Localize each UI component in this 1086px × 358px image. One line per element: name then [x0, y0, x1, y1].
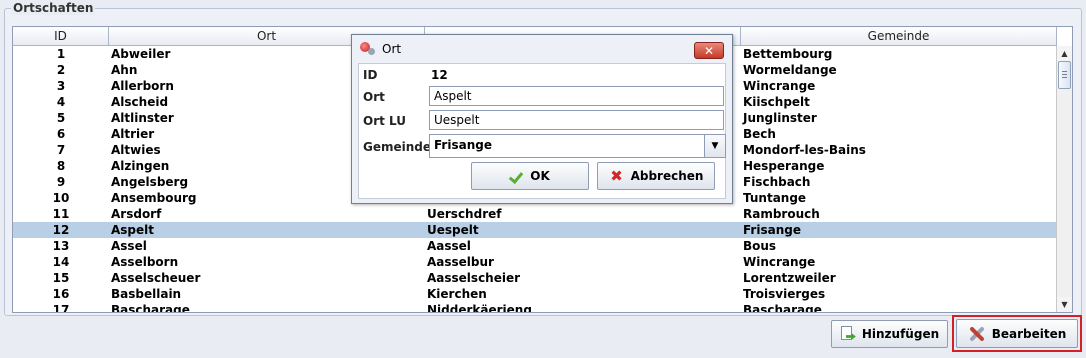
cell-gemeinde: Wincrange [743, 79, 816, 93]
cell-id: 5 [56, 111, 66, 125]
place-icon [360, 42, 376, 56]
cell-ort-lu: Uespelt [427, 223, 479, 237]
table-row[interactable]: 14 Asselborn Aasselbur Wincrange [13, 254, 1057, 270]
cell-id: 12 [52, 223, 70, 237]
column-header-gemeinde[interactable]: Gemeinde [741, 27, 1057, 46]
add-label: Hinzufügen [861, 327, 940, 341]
cell-ort-lu: Aasselscheier [427, 271, 521, 285]
cell-id: 2 [56, 63, 66, 77]
cell-ort: Asselborn [111, 255, 179, 269]
cell-gemeinde: Rambrouch [743, 207, 820, 221]
dialog-title: Ort [382, 42, 402, 56]
cell-gemeinde: Kiischpelt [743, 95, 810, 109]
cell-id: 15 [52, 271, 70, 285]
cell-gemeinde: Bous [743, 239, 777, 253]
cell-id: 4 [56, 95, 66, 109]
cell-gemeinde: Hesperange [743, 159, 825, 173]
cell-ort: Arsdorf [111, 207, 162, 221]
chevron-down-icon[interactable]: ▼ [704, 135, 725, 157]
cell-gemeinde: Lorentzweiler [743, 271, 836, 285]
cell-id: 9 [56, 175, 66, 189]
table-row[interactable]: 11 Arsdorf Uerschdref Rambrouch [13, 206, 1057, 222]
cell-gemeinde: Fischbach [743, 175, 811, 189]
cell-ort: Bascharage [111, 303, 190, 313]
cancel-label: Abbrechen [630, 169, 704, 183]
cell-gemeinde: Bech [743, 127, 776, 141]
cell-ort-lu: Nidderkäerjeng [427, 303, 532, 313]
cell-id: 17 [52, 303, 70, 313]
ok-button[interactable]: OK [471, 162, 589, 190]
check-icon [510, 170, 524, 182]
gemeinde-label: Gemeinde [363, 140, 432, 154]
gemeinde-selected-value: Frisange [434, 138, 492, 152]
cell-gemeinde: Mondorf-les-Bains [743, 143, 866, 157]
grip-line [1062, 71, 1067, 72]
cell-gemeinde: Bettembourg [743, 47, 833, 61]
edit-button[interactable]: Bearbeiten [956, 319, 1078, 348]
cell-gemeinde: Wormeldange [743, 63, 837, 77]
cell-gemeinde: Frisange [743, 223, 801, 237]
panel-title: Ortschaften [11, 1, 96, 15]
cell-ort-lu: Aasselbur [427, 255, 494, 269]
cell-id: 16 [52, 287, 70, 301]
cell-gemeinde: Wincrange [743, 255, 816, 269]
cell-gemeinde: Troisvierges [743, 287, 826, 301]
id-value: 12 [431, 68, 448, 82]
table-row[interactable]: 13 Assel Aassel Bous [13, 238, 1057, 254]
table-row[interactable]: 16 Basbellain Kierchen Troisvierges [13, 286, 1057, 302]
table-row[interactable]: 17 Bascharage Nidderkäerjeng Bascharage [13, 302, 1057, 313]
close-button[interactable]: ✕ [694, 42, 724, 59]
cell-id: 8 [56, 159, 66, 173]
id-label: ID [363, 68, 378, 82]
cell-ort: Assel [111, 239, 147, 253]
table-row[interactable]: 12 Aspelt Uespelt Frisange [13, 222, 1057, 238]
cancel-button[interactable]: ✖ Abbrechen [597, 162, 715, 190]
vertical-scrollbar[interactable]: ▲ ▼ [1056, 46, 1072, 312]
cell-ort-lu: Kierchen [427, 287, 487, 301]
cell-gemeinde: Bascharage [743, 303, 822, 313]
gemeinde-select[interactable]: Frisange ▼ [429, 134, 726, 158]
cell-ort: Asselscheuer [111, 271, 201, 285]
cell-id: 7 [56, 143, 66, 157]
scroll-up-arrow-icon[interactable]: ▲ [1057, 46, 1072, 61]
add-button[interactable]: Hinzufügen [831, 320, 948, 348]
column-header-id[interactable]: ID [13, 27, 109, 46]
ort-input[interactable]: Aspelt [429, 86, 724, 106]
cell-gemeinde: Junglinster [743, 111, 817, 125]
ok-label: OK [530, 169, 550, 183]
cell-id: 10 [52, 191, 70, 205]
tools-icon [968, 325, 986, 343]
scrollbar-thumb[interactable] [1058, 61, 1071, 89]
cell-id: 3 [56, 79, 66, 93]
cell-id: 13 [52, 239, 70, 253]
grip-line [1062, 77, 1067, 78]
cell-ort: Aspelt [111, 223, 155, 237]
cell-id: 14 [52, 255, 70, 269]
table-row[interactable]: 15 Asselscheuer Aasselscheier Lorentzweiler [13, 270, 1057, 286]
cell-id: 1 [56, 47, 66, 61]
scroll-down-arrow-icon[interactable]: ▼ [1057, 297, 1072, 312]
dialog-titlebar[interactable]: Ort ✕ [352, 35, 732, 63]
grip-line [1062, 74, 1067, 75]
cell-ort: Basbellain [111, 287, 182, 301]
cell-id: 6 [56, 127, 66, 141]
cell-gemeinde: Tuntange [743, 191, 807, 205]
cell-ort-lu: Uerschdref [427, 207, 502, 221]
ort-label: Ort [363, 90, 385, 104]
ort-lu-label: Ort LU [363, 114, 406, 128]
add-record-icon [840, 326, 856, 342]
edit-label: Bearbeiten [991, 326, 1067, 341]
red-x-icon: ✖ [610, 167, 623, 185]
cell-ort-lu: Aassel [427, 239, 471, 253]
ort-lu-input[interactable]: Uespelt [429, 110, 724, 130]
cell-id: 11 [52, 207, 70, 221]
